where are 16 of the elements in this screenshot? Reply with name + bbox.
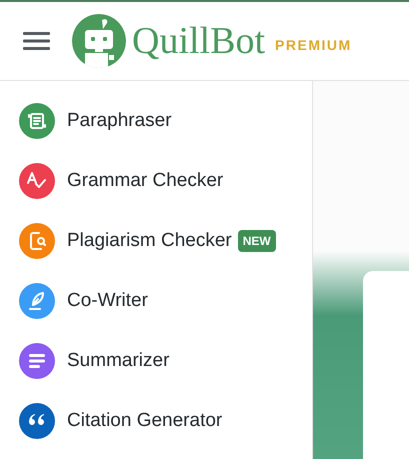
quote-icon bbox=[19, 403, 55, 439]
sidebar-item[interactable]: Summarizer bbox=[0, 331, 312, 391]
letter-check-icon bbox=[19, 163, 55, 199]
sidebar-item[interactable]: Citation Generator bbox=[0, 391, 312, 451]
page-magnifier-icon bbox=[19, 223, 55, 259]
sidebar-item[interactable]: Paraphraser bbox=[0, 91, 312, 151]
sidebar-item[interactable]: Grammar Checker bbox=[0, 151, 312, 211]
sidebar-item[interactable]: Plagiarism Checker NEW bbox=[0, 211, 312, 271]
brand-name: QuillBot bbox=[132, 22, 266, 60]
sidebar-item[interactable]: Co-Writer bbox=[0, 271, 312, 331]
new-badge: NEW bbox=[238, 230, 276, 252]
robot-logo-icon bbox=[72, 14, 126, 68]
document-arrows-icon bbox=[19, 103, 55, 139]
lines-icon bbox=[19, 343, 55, 379]
quill-icon bbox=[19, 283, 55, 319]
premium-label: PREMIUM bbox=[275, 36, 352, 54]
